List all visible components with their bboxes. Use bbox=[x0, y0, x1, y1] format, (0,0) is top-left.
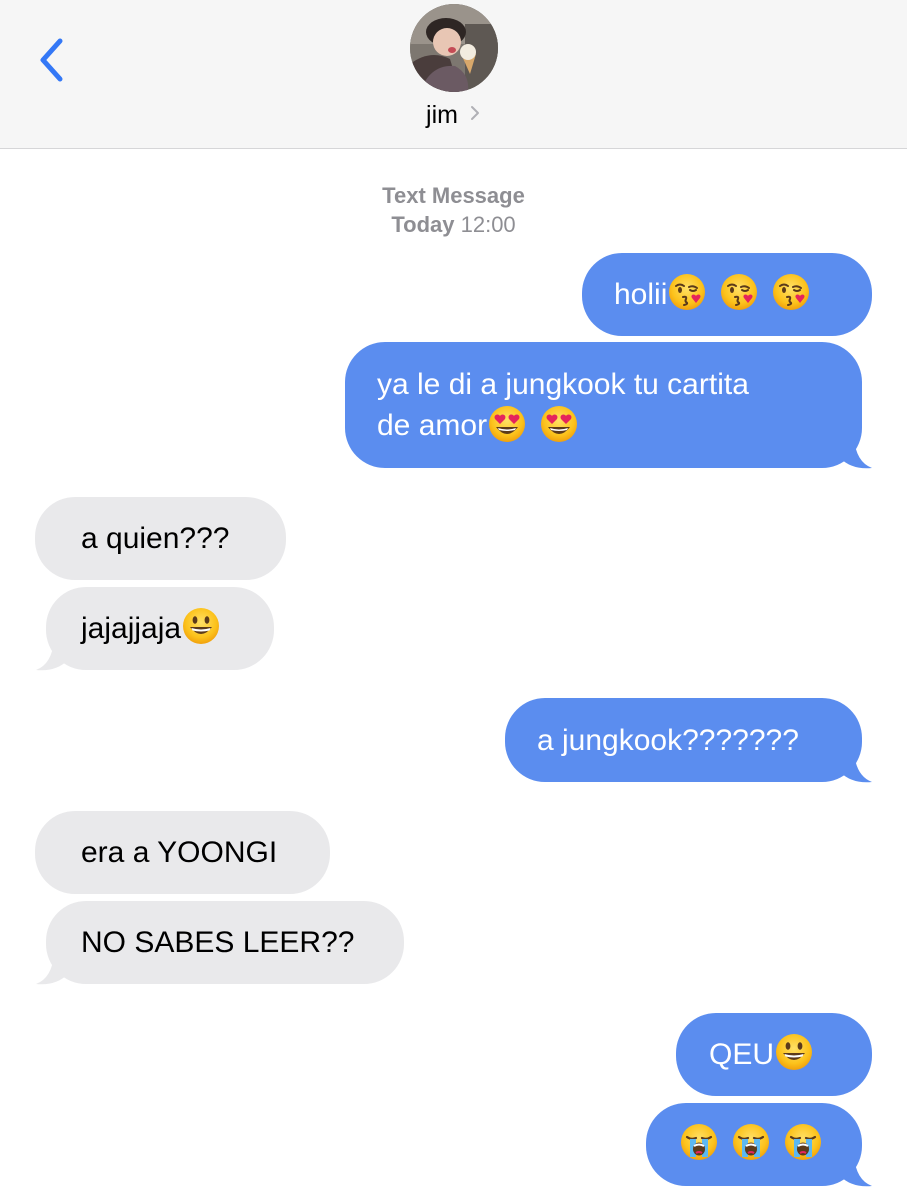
conversation-header: jim bbox=[0, 0, 907, 149]
contact-avatar-photo bbox=[410, 4, 498, 92]
kissing-heart-emoji bbox=[771, 272, 811, 312]
kissing-heart-emoji bbox=[667, 272, 707, 312]
contact-avatar[interactable] bbox=[410, 4, 498, 92]
bubble-tail bbox=[36, 954, 68, 985]
loudly-crying-face-emoji bbox=[783, 1122, 823, 1162]
grinning-face-emoji bbox=[774, 1032, 814, 1072]
message-text: era a YOONGI bbox=[81, 836, 278, 869]
loudly-crying-face-emoji bbox=[731, 1122, 771, 1162]
message-bubble-outgoing[interactable] bbox=[646, 1103, 862, 1186]
kissing-heart-emoji bbox=[719, 272, 759, 312]
chevron-left-icon[interactable] bbox=[30, 32, 74, 88]
grinning-face-emoji bbox=[181, 606, 221, 646]
message-text: QEU bbox=[709, 1038, 775, 1071]
message-bubble-outgoing[interactable]: ya le di a jungkook tu cartita de amor bbox=[345, 342, 862, 468]
message-bubble-outgoing[interactable]: QEU bbox=[676, 1013, 872, 1096]
bubble-tail bbox=[840, 1156, 872, 1187]
bubble-tail bbox=[840, 752, 872, 783]
timestamp-line: Today 12:00 bbox=[0, 210, 907, 239]
service-label: Text Message bbox=[382, 183, 525, 208]
timestamp-day: Today bbox=[391, 212, 455, 237]
chevron-right-icon bbox=[469, 97, 481, 131]
bubble-tail bbox=[840, 438, 872, 469]
heart-eyes-emoji bbox=[539, 404, 579, 444]
back-button[interactable] bbox=[30, 32, 74, 88]
bubble-tail bbox=[36, 640, 68, 671]
message-text-line-2: de amor bbox=[377, 405, 862, 446]
thread-timestamp: Text Message Today 12:00 bbox=[0, 181, 907, 239]
message-bubble-incoming[interactable]: jajajjaja bbox=[46, 587, 274, 670]
message-bubble-incoming[interactable]: a quien??? bbox=[35, 497, 286, 580]
message-bubble-outgoing[interactable]: holii bbox=[582, 253, 872, 336]
message-text: NO SABES LEER?? bbox=[81, 926, 355, 959]
timestamp-time: 12:00 bbox=[460, 212, 516, 237]
contact-name-row[interactable]: jim bbox=[0, 98, 907, 132]
message-bubble-outgoing[interactable]: a jungkook??????? bbox=[505, 698, 862, 782]
message-text: de amor bbox=[377, 409, 488, 442]
loudly-crying-face-emoji bbox=[679, 1122, 719, 1162]
message-bubble-incoming[interactable]: era a YOONGI bbox=[35, 811, 330, 894]
message-text: holii bbox=[614, 278, 668, 311]
heart-eyes-emoji bbox=[487, 404, 527, 444]
message-text-line: ya le di a jungkook tu cartita bbox=[377, 368, 749, 401]
contact-name[interactable]: jim bbox=[426, 101, 458, 129]
message-text: a jungkook??????? bbox=[537, 723, 799, 757]
message-bubble-incoming[interactable]: NO SABES LEER?? bbox=[46, 901, 404, 984]
message-text: a quien??? bbox=[81, 522, 230, 555]
message-text: jajajjaja bbox=[81, 612, 182, 645]
